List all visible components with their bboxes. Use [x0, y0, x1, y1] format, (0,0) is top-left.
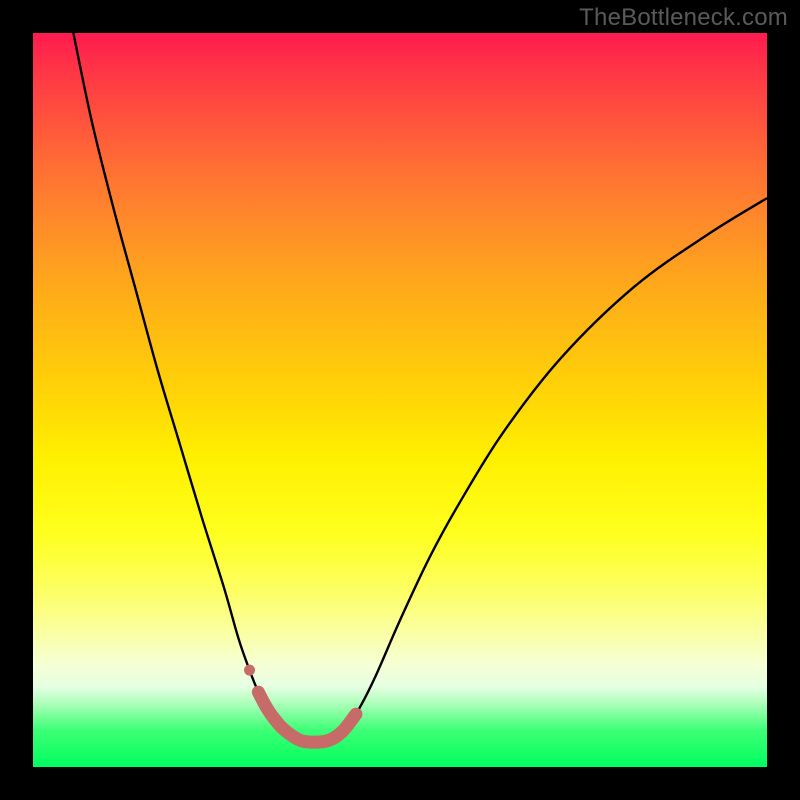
highlight-dot	[244, 665, 255, 676]
highlight-segment	[258, 692, 356, 742]
figure-frame: TheBottleneck.com	[0, 0, 800, 800]
watermark-text: TheBottleneck.com	[579, 4, 788, 32]
marker-layer	[33, 33, 767, 767]
plot-area	[33, 33, 767, 767]
